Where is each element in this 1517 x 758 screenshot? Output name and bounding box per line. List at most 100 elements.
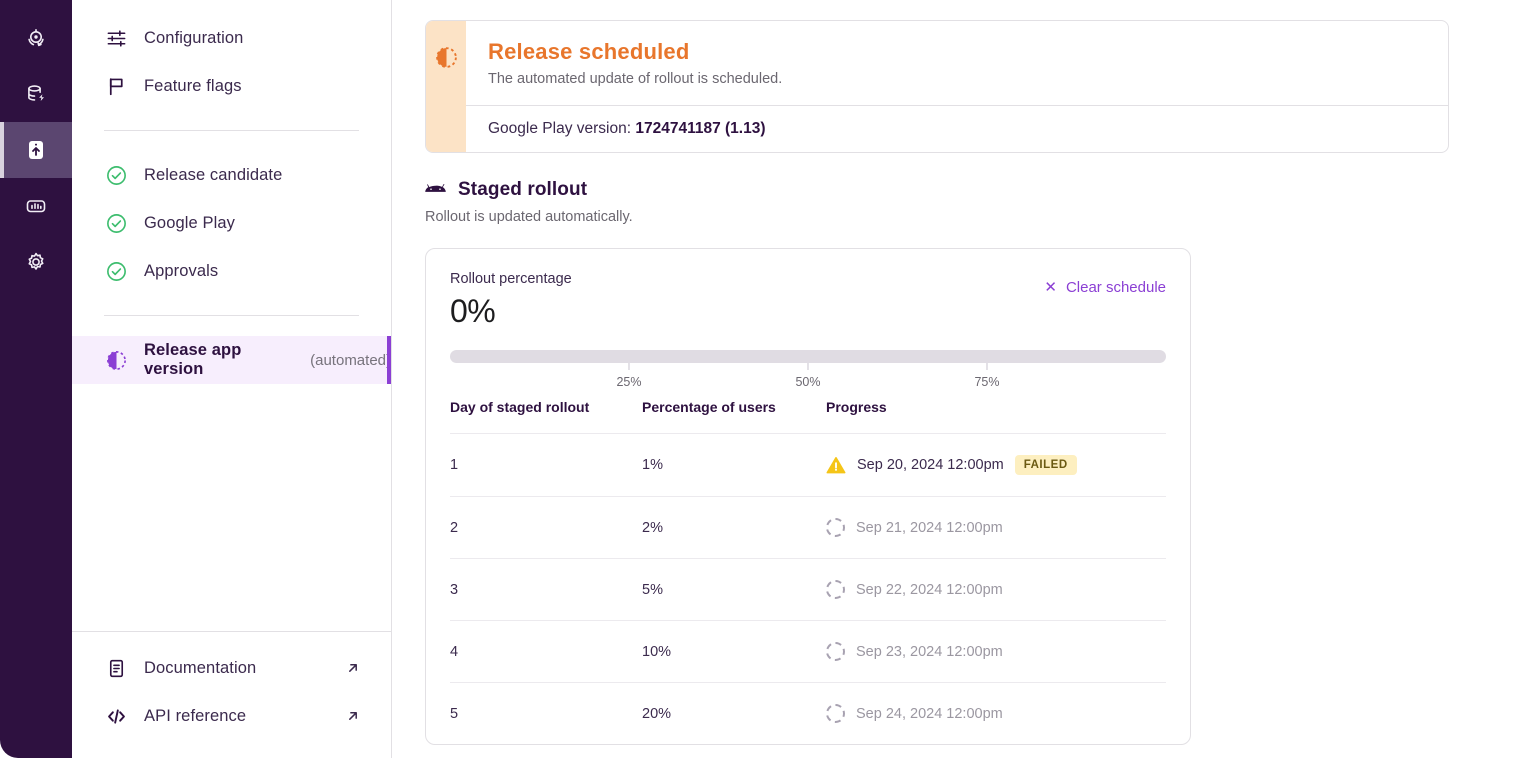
code-icon (104, 704, 128, 728)
sidebar-item-release-candidate[interactable]: Release candidate (72, 151, 391, 199)
column-header-progress: Progress (826, 399, 1166, 434)
banner-version-value: 1724741187 (1.13) (635, 120, 765, 137)
sidebar-item-api-reference[interactable]: API reference (72, 692, 391, 740)
banner-subtitle: The automated update of rollout is sched… (488, 71, 1426, 87)
banner-accent-stripe (426, 21, 466, 152)
table-body: 11%Sep 20, 2024 12:00pmFAILED22%Sep 21, … (450, 434, 1166, 745)
sidebar-item-label: Feature flags (144, 77, 242, 96)
table-head: Day of staged rollout Percentage of user… (450, 399, 1166, 434)
column-header-day: Day of staged rollout (450, 399, 642, 434)
tick-mark (808, 363, 809, 370)
primary-icon-rail (0, 0, 72, 758)
cell-day: 5 (450, 683, 642, 745)
sidebar-item-feature-flags[interactable]: Feature flags (72, 62, 391, 110)
tick-label: 50% (795, 375, 820, 389)
progress-tick: 75% (974, 363, 999, 389)
cell-progress: Sep 20, 2024 12:00pm FAILED (826, 434, 1166, 497)
warning-icon (826, 456, 846, 475)
check-circle-icon (104, 211, 128, 235)
progress-cell: Sep 24, 2024 12:00pm (826, 704, 1166, 723)
table-row: 35% Sep 22, 2024 12:00pm (450, 559, 1166, 621)
tick-label: 25% (616, 375, 641, 389)
sidebar-item-label: Documentation (144, 659, 256, 678)
staged-rollout-table: Day of staged rollout Percentage of user… (450, 399, 1166, 744)
banner-title: Release scheduled (488, 39, 1426, 65)
banner-version-row: Google Play version: 1724741187 (1.13) (466, 105, 1448, 152)
release-scheduled-banner: Release scheduled The automated update o… (425, 20, 1449, 153)
rollout-card: Rollout percentage 0% ✕ Clear schedule 2… (425, 248, 1191, 745)
banner-main: Release scheduled The automated update o… (466, 21, 1448, 105)
progress-cell: Sep 20, 2024 12:00pm FAILED (826, 455, 1166, 475)
table-header-row: Day of staged rollout Percentage of user… (450, 399, 1166, 434)
database-bolt-icon[interactable] (0, 66, 72, 122)
section-subtitle: Rollout is updated automatically. (425, 209, 1517, 225)
status-badge: FAILED (1015, 455, 1077, 475)
external-link-icon (345, 708, 361, 724)
releases-icon[interactable] (0, 122, 72, 178)
pending-circle-icon (826, 704, 845, 723)
column-header-percentage: Percentage of users (642, 399, 826, 434)
cell-progress: Sep 22, 2024 12:00pm (826, 559, 1166, 621)
main-content: Release scheduled The automated update o… (392, 0, 1517, 758)
banner-body: Release scheduled The automated update o… (466, 21, 1448, 152)
cell-percentage: 2% (642, 497, 826, 559)
sidebar-item-label: Release app version (144, 341, 294, 379)
sidebar-item-label: Configuration (144, 29, 243, 48)
sidebar-item-label: Google Play (144, 214, 235, 233)
sidebar-bottom-group: Documentation API reference (72, 631, 391, 758)
sidebar-item-release-app-version[interactable]: Release app version (automated) (72, 336, 391, 384)
staged-rollout-header: Staged rollout (425, 179, 1517, 201)
cell-progress: Sep 23, 2024 12:00pm (826, 621, 1166, 683)
table-row: 520%Sep 24, 2024 12:00pm (450, 683, 1166, 745)
close-icon: ✕ (1044, 280, 1057, 295)
progress-cell: Sep 23, 2024 12:00pm (826, 642, 1166, 661)
sidebar-item-label: API reference (144, 707, 246, 726)
table-row: 11%Sep 20, 2024 12:00pmFAILED (450, 434, 1166, 497)
clear-schedule-label: Clear schedule (1066, 279, 1166, 296)
rollout-percentage-block: Rollout percentage 0% (450, 271, 572, 330)
pending-circle-icon (826, 518, 845, 537)
document-icon (104, 656, 128, 680)
cell-percentage: 1% (642, 434, 826, 497)
gear-icon[interactable] (0, 234, 72, 290)
sidebar-item-google-play[interactable]: Google Play (72, 199, 391, 247)
sidebar-divider-bottom (104, 315, 359, 316)
cell-day: 3 (450, 559, 642, 621)
sidebar-item-configuration[interactable]: Configuration (72, 14, 391, 62)
progress-date: Sep 21, 2024 12:00pm (856, 520, 1003, 536)
cell-progress: Sep 24, 2024 12:00pm (826, 683, 1166, 745)
progress-date: Sep 22, 2024 12:00pm (856, 582, 1003, 598)
pending-circle-icon (826, 580, 845, 599)
android-icon (425, 180, 446, 201)
clear-schedule-button[interactable]: ✕ Clear schedule (1044, 271, 1166, 296)
check-circle-icon (104, 259, 128, 283)
cell-day: 4 (450, 621, 642, 683)
rollout-percentage-label: Rollout percentage (450, 271, 572, 287)
cell-percentage: 10% (642, 621, 826, 683)
half-circle-icon (434, 45, 459, 152)
progress-cell: Sep 21, 2024 12:00pm (826, 518, 1166, 537)
sidebar-item-documentation[interactable]: Documentation (72, 644, 391, 692)
progress-date: Sep 20, 2024 12:00pm (857, 457, 1004, 473)
tick-mark (629, 363, 630, 370)
progress-tick: 25% (616, 363, 641, 389)
check-circle-icon (104, 163, 128, 187)
analytics-icon[interactable] (0, 178, 72, 234)
cell-progress: Sep 21, 2024 12:00pm (826, 497, 1166, 559)
app-root: Configuration Feature flags (0, 0, 1517, 758)
half-circle-icon (104, 348, 128, 372)
banner-version-label: Google Play version: (488, 120, 631, 137)
sidebar-item-suffix: (automated) (310, 352, 391, 369)
sliders-icon (104, 26, 128, 50)
rollout-progress-ticks: 25% 50% 75% (450, 363, 1166, 395)
progress-tick: 50% (795, 363, 820, 389)
tick-mark (987, 363, 988, 370)
pending-circle-icon (826, 642, 845, 661)
sidebar-divider-top (104, 130, 359, 131)
deployments-icon[interactable] (0, 10, 72, 66)
progress-date: Sep 23, 2024 12:00pm (856, 644, 1003, 660)
secondary-sidebar: Configuration Feature flags (72, 0, 392, 758)
sidebar-item-approvals[interactable]: Approvals (72, 247, 391, 295)
cell-percentage: 5% (642, 559, 826, 621)
external-link-icon (345, 660, 361, 676)
